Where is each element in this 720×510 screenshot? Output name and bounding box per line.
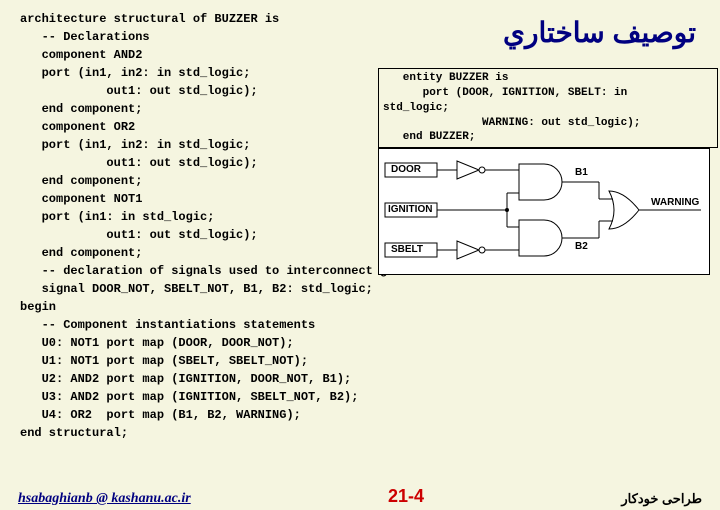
entity-line: end BUZZER; xyxy=(383,130,713,145)
circuit-diagram: DOOR IGNITION SBELT B1 B2 WARNING xyxy=(378,148,710,275)
label-b2: B2 xyxy=(575,241,588,252)
entity-line: std_logic; xyxy=(383,101,713,116)
code-line: begin xyxy=(20,298,700,316)
label-warning: WARNING xyxy=(651,197,699,208)
entity-line: port (DOOR, IGNITION, SBELT: in xyxy=(383,86,713,101)
code-line: signal DOOR_NOT, SBELT_NOT, B1, B2: std_… xyxy=(20,280,700,298)
entity-line: WARNING: out std_logic); xyxy=(383,116,713,131)
code-line: U1: NOT1 port map (SBELT, SBELT_NOT); xyxy=(20,352,700,370)
code-line: U3: AND2 port map (IGNITION, SBELT_NOT, … xyxy=(20,388,700,406)
footer-arabic: طراحی خودکار xyxy=(621,491,702,507)
title-arabic: توصيف ساختاري xyxy=(503,16,696,49)
code-line: U4: OR2 port map (B1, B2, WARNING); xyxy=(20,406,700,424)
entity-line: entity BUZZER is xyxy=(383,71,713,86)
entity-code-box: entity BUZZER is port (DOOR, IGNITION, S… xyxy=(378,68,718,148)
label-sbelt: SBELT xyxy=(391,244,423,255)
label-b1: B1 xyxy=(575,167,588,178)
footer: hsabaghianb @ kashanu.ac.ir 21-4 طراحی خ… xyxy=(0,486,720,507)
code-line: end structural; xyxy=(20,424,700,442)
slide-number: 21-4 xyxy=(388,486,424,507)
label-ignition: IGNITION xyxy=(388,204,432,215)
footer-email: hsabaghianb @ kashanu.ac.ir xyxy=(18,491,191,507)
code-line: -- Component instantiations statements xyxy=(20,316,700,334)
code-line: U0: NOT1 port map (DOOR, DOOR_NOT); xyxy=(20,334,700,352)
code-line: U2: AND2 port map (IGNITION, DOOR_NOT, B… xyxy=(20,370,700,388)
label-door: DOOR xyxy=(391,164,421,175)
